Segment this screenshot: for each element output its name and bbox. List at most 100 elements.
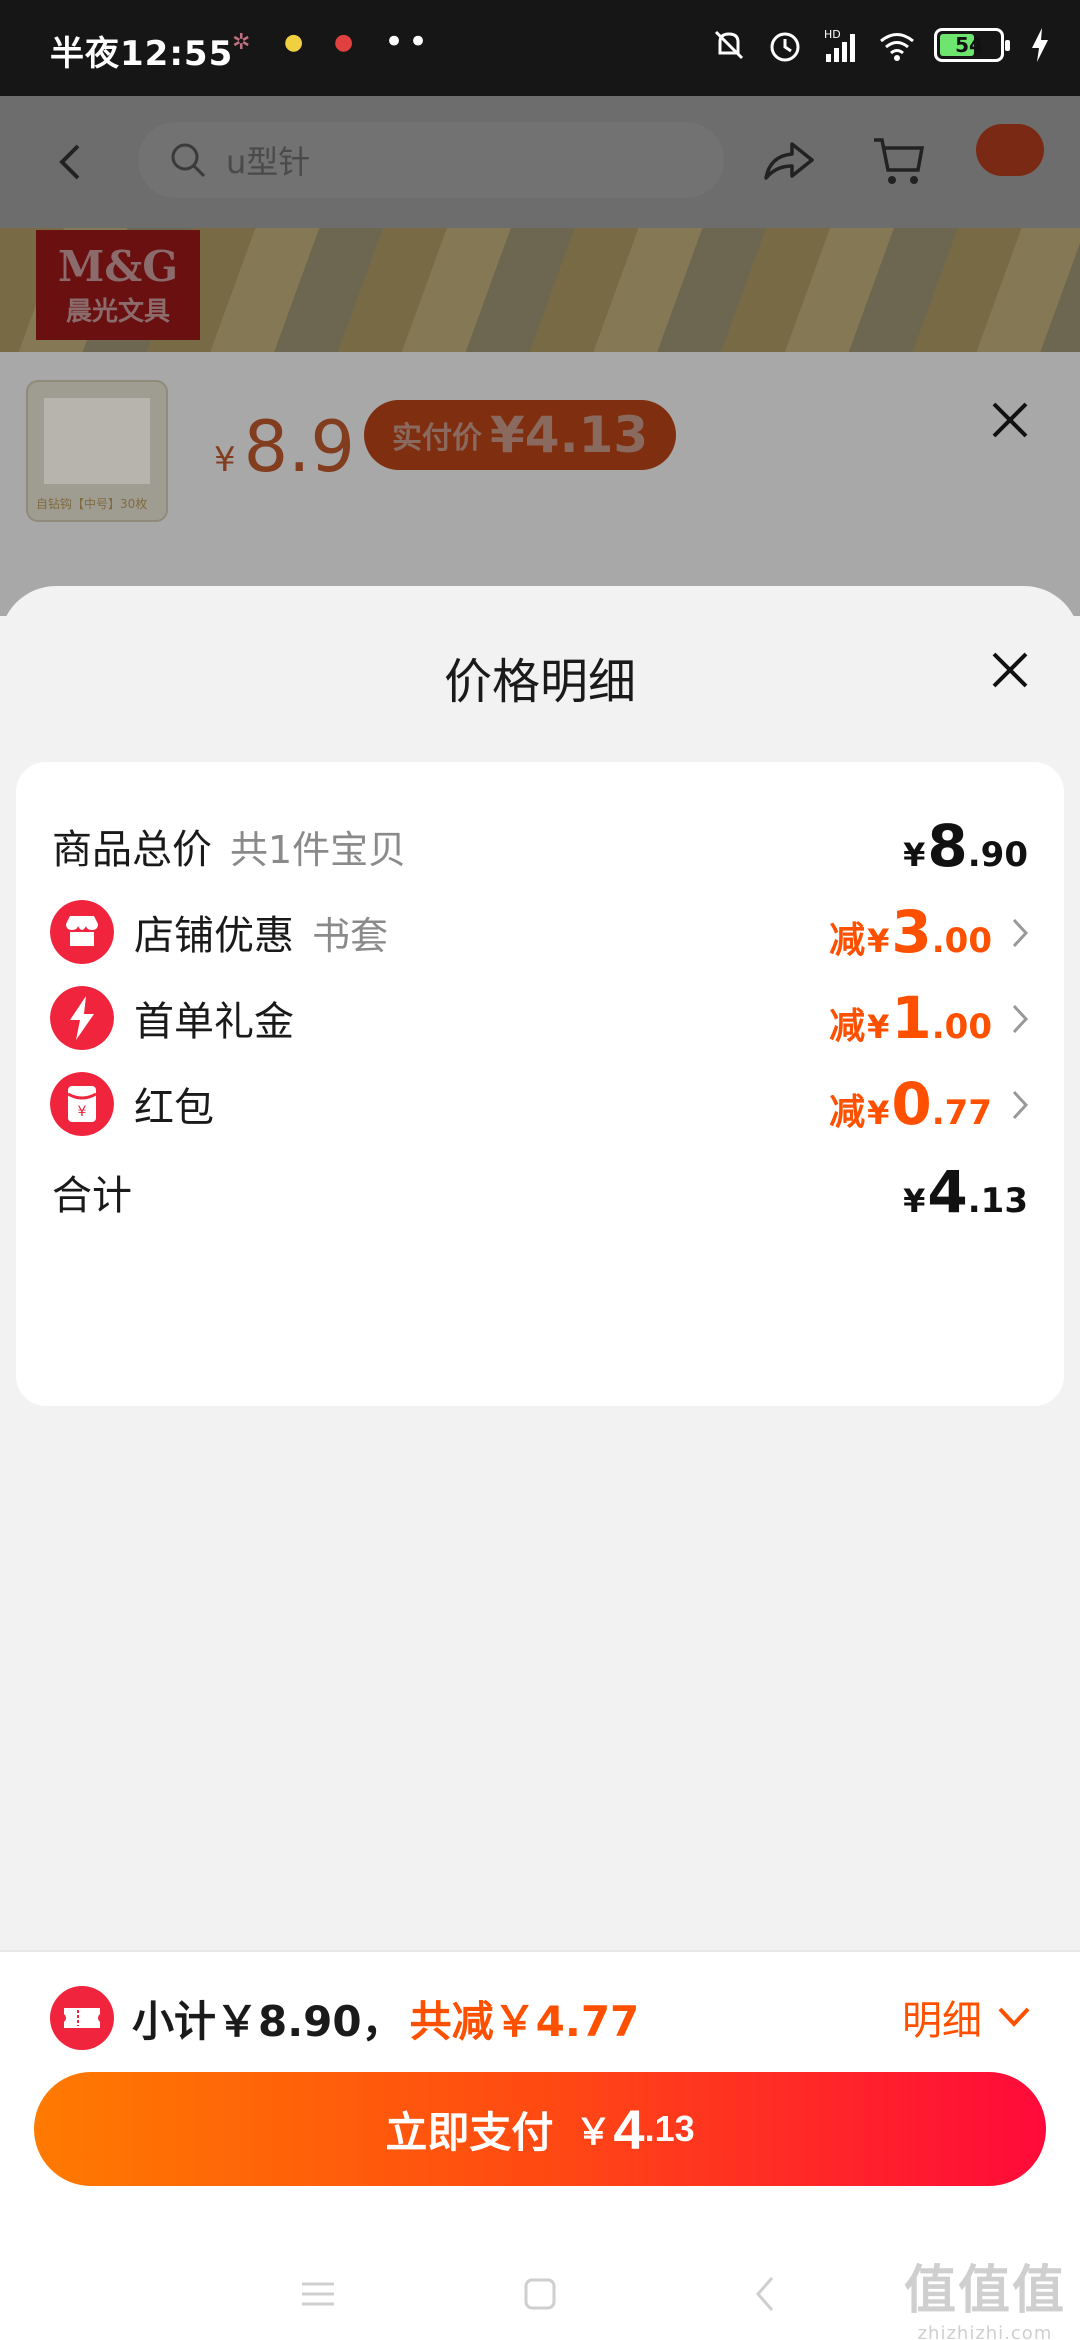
paid-price-value: ¥4.13 [490, 406, 649, 464]
pay-button-currency: ￥ [575, 2111, 612, 2152]
amount-decimal: .13 [967, 1181, 1028, 1221]
close-icon[interactable] [988, 398, 1032, 442]
paid-price-badge: 实付价 ¥4.13 [364, 400, 677, 470]
row-label: 商品总价 [52, 827, 212, 873]
top-navigation: u型针 [0, 96, 1080, 228]
amount-currency: ¥ [903, 836, 926, 874]
price-currency: ¥ [214, 440, 236, 480]
row-amount: ¥ 8 .90 [901, 812, 1028, 880]
row-label: 店铺优惠 [134, 913, 294, 959]
brand-name: M&G [57, 242, 179, 291]
row-red-packet[interactable]: ¥ 红包 减 ¥ 0 .77 [16, 1064, 1064, 1144]
amount-integer: 1 [891, 984, 932, 1052]
more-notifications-icon: •• [384, 22, 433, 62]
product-thumbnail: 自钻钩【中号】30枚 [26, 380, 168, 522]
amount-decimal: .00 [931, 921, 992, 961]
amount-currency: ¥ [867, 922, 890, 960]
svg-text:HD: HD [824, 28, 841, 41]
price-value: 8.9 [243, 406, 355, 488]
checkout-bar: 小计￥8.90， 共减￥4.77 明细 立即支付 ￥ 4 .13 值值值 zhi… [0, 1950, 1080, 2340]
row-first-order-gift[interactable]: 首单礼金 减 ¥ 1 .00 [16, 978, 1064, 1058]
price-detail-card: 商品总价 共1件宝贝 ¥ 8 .90 店铺优惠 书套 减 ¥ 3 .00 首单礼… [16, 762, 1064, 1406]
row-goods-total: 商品总价 共1件宝贝 ¥ 8 .90 [16, 806, 1064, 886]
brand-subtitle: 晨光文具 [65, 297, 170, 327]
alarm-icon [770, 32, 800, 62]
status-bar: 半夜12:55 ✲ ● ● •• HD 54 [0, 0, 1080, 96]
wifi-icon [880, 33, 914, 61]
amount-integer: 3 [891, 898, 932, 966]
menu-icon[interactable] [296, 2272, 340, 2316]
amount-prefix: 减 [829, 1092, 866, 1133]
chevron-right-icon [1012, 1090, 1029, 1120]
store-icon [50, 900, 114, 964]
share-icon[interactable] [760, 132, 818, 190]
product-summary: 自钻钩【中号】30枚 ¥ 8.9 实付价 ¥4.13 [0, 352, 1080, 616]
amount-currency: ¥ [867, 1008, 890, 1046]
notification-icon: ✲ [232, 30, 251, 55]
row-sublabel: 书套 [312, 913, 389, 958]
notification-icon: ● [284, 30, 304, 55]
watermark: 值值值 zhizhizhi.com [904, 2248, 1066, 2340]
sheet-title: 价格明细 [443, 654, 636, 710]
close-icon[interactable] [988, 648, 1032, 692]
row-label: 红包 [134, 1085, 214, 1131]
watermark-title: 值值值 [903, 2261, 1066, 2321]
detail-toggle-button[interactable]: 明细 [902, 1988, 1032, 2046]
row-label: 合计 [52, 1173, 132, 1219]
search-icon [171, 143, 206, 178]
pay-button-label: 立即支付 [385, 2108, 554, 2156]
amount-prefix: 减 [829, 1006, 866, 1047]
amount-currency: ¥ [867, 1094, 890, 1132]
back-nav-icon[interactable] [744, 2272, 788, 2316]
status-time: 半夜12:55 [50, 34, 234, 74]
price-detail-sheet: 价格明细 商品总价 共1件宝贝 ¥ 8 .90 店铺优惠 书套 减 ¥ 3 .0… [0, 586, 1080, 1950]
home-icon[interactable] [518, 2272, 562, 2316]
amount-integer: 4 [927, 1158, 968, 1226]
watermark-url: zhizhizhi.com [917, 2323, 1053, 2340]
row-amount: 减 ¥ 1 .00 [829, 984, 992, 1052]
amount-integer: 8 [927, 812, 968, 880]
total-saved-text: 共减￥4.77 [409, 1996, 640, 2046]
row-amount: 减 ¥ 3 .00 [829, 898, 992, 966]
row-store-discount[interactable]: 店铺优惠 书套 减 ¥ 3 .00 [16, 892, 1064, 972]
message-icon[interactable] [976, 124, 1044, 176]
product-price: ¥ 8.9 [214, 406, 355, 488]
search-input[interactable]: u型针 [138, 122, 724, 198]
row-sublabel: 共1件宝贝 [230, 827, 407, 872]
row-label: 首单礼金 [134, 999, 294, 1045]
back-icon[interactable] [52, 140, 92, 184]
pay-button-amount-integer: 4 [613, 2097, 645, 2161]
signal-icon: HD [824, 28, 855, 62]
chevron-right-icon [1012, 918, 1029, 948]
pay-button-amount-decimal: .13 [644, 2108, 695, 2149]
battery-icon: 54 [934, 28, 1010, 62]
amount-prefix: 减 [829, 920, 866, 961]
amount-decimal: .77 [931, 1093, 992, 1133]
svg-text:¥: ¥ [78, 1104, 87, 1120]
amount-decimal: .00 [931, 1007, 992, 1047]
amount-decimal: .90 [967, 835, 1028, 875]
chevron-right-icon [1012, 1004, 1029, 1034]
chevron-down-icon [998, 2007, 1030, 2027]
subtotal-text: 小计￥8.90， [132, 1996, 404, 2046]
search-query: u型针 [226, 143, 311, 181]
red-packet-icon: ¥ [50, 1072, 114, 1136]
thumbnail-caption: 自钻钩【中号】30枚 [36, 497, 148, 511]
detail-toggle-label: 明细 [902, 1998, 982, 2044]
paid-price-label: 实付价 [392, 421, 482, 456]
coupon-icon [50, 1986, 114, 2050]
amount-currency: ¥ [903, 1182, 926, 1220]
summary-row: 小计￥8.90， 共减￥4.77 明细 [0, 1978, 1080, 2058]
product-page-overlay: u型针 M&G 晨光文具 自钻钩【中号】30枚 ¥ 8.9 实付价 ¥4.13 [0, 96, 1080, 616]
pay-now-button[interactable]: 立即支付 ￥ 4 .13 [34, 2072, 1046, 2186]
row-amount: 减 ¥ 0 .77 [829, 1070, 992, 1138]
notification-icon: ● [334, 30, 354, 55]
row-amount: ¥ 4 .13 [901, 1158, 1028, 1226]
brand-logo: M&G 晨光文具 [36, 230, 200, 340]
row-total: 合计 ¥ 4 .13 [16, 1152, 1064, 1232]
mute-icon [714, 30, 744, 60]
amount-integer: 0 [891, 1070, 932, 1138]
charging-icon [1032, 28, 1048, 62]
lightning-icon [50, 986, 114, 1050]
cart-icon[interactable] [870, 132, 928, 190]
